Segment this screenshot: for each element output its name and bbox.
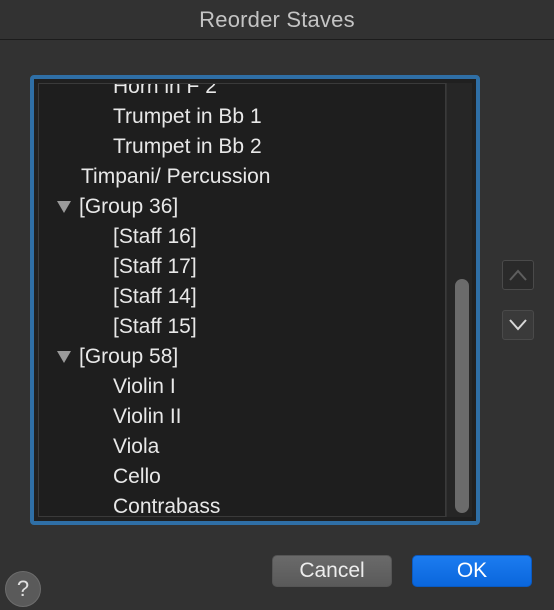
staff-label: [Staff 15] [113, 315, 197, 338]
staff-row[interactable]: [Staff 14] [39, 282, 445, 312]
staff-label: [Staff 14] [113, 285, 197, 308]
staff-label: Contrabass [113, 495, 221, 517]
staves-list[interactable]: Horn in F 2 Trumpet in Bb 1 Trumpet in Bb … [38, 83, 446, 517]
staff-label: [Staff 17] [113, 255, 197, 278]
staff-row[interactable]: [Staff 16] [39, 222, 445, 252]
group-row[interactable]: [Group 36] [39, 192, 445, 222]
staff-row[interactable]: Contrabass [39, 492, 445, 517]
staves-rows: Horn in F 2 Trumpet in Bb 1 Trumpet in Bb … [39, 83, 445, 517]
staff-row[interactable]: Cello [39, 462, 445, 492]
chevron-down-icon [509, 319, 527, 331]
staff-label: Viola [113, 435, 160, 458]
scrollbar-track[interactable] [446, 83, 472, 517]
staff-row[interactable]: Violin I [39, 372, 445, 402]
cancel-button[interactable]: Cancel [272, 555, 392, 587]
disclosure-triangle-icon[interactable] [57, 201, 71, 213]
disclosure-triangle-icon[interactable] [57, 351, 71, 363]
chevron-up-icon [509, 269, 527, 281]
staff-label: Trumpet in Bb 2 [113, 135, 262, 158]
scrollbar-thumb[interactable] [455, 279, 469, 513]
staff-row[interactable]: Trumpet in Bb 2 [39, 132, 445, 162]
staff-label: [Staff 16] [113, 225, 197, 248]
staff-label: [Group 58] [79, 345, 179, 368]
staff-label: Violin II [113, 405, 182, 428]
title-bar: Reorder Staves [0, 0, 554, 40]
staff-row[interactable]: [Staff 17] [39, 252, 445, 282]
staff-row[interactable]: Timpani/ Percussion [39, 162, 445, 192]
staff-row[interactable]: [Staff 15] [39, 312, 445, 342]
help-button[interactable]: ? [5, 571, 41, 607]
move-up-button[interactable] [502, 260, 534, 290]
staff-row[interactable]: Trumpet in Bb 1 [39, 102, 445, 132]
staff-label: Horn in F 2 [113, 83, 217, 98]
group-row[interactable]: [Group 58] [39, 342, 445, 372]
window-title: Reorder Staves [199, 6, 355, 32]
staff-label: Trumpet in Bb 1 [113, 105, 262, 128]
ok-button[interactable]: OK [412, 555, 532, 587]
staff-label: Violin I [113, 375, 176, 398]
staff-row[interactable]: Violin II [39, 402, 445, 432]
staff-row[interactable]: Viola [39, 432, 445, 462]
move-down-button[interactable] [502, 310, 534, 340]
staff-label: Cello [113, 465, 161, 488]
staff-label: [Group 36] [79, 195, 179, 218]
staves-list-frame: Horn in F 2 Trumpet in Bb 1 Trumpet in Bb … [30, 75, 480, 525]
staff-row[interactable]: Horn in F 2 [39, 83, 445, 102]
staff-label: Timpani/ Percussion [81, 165, 271, 188]
